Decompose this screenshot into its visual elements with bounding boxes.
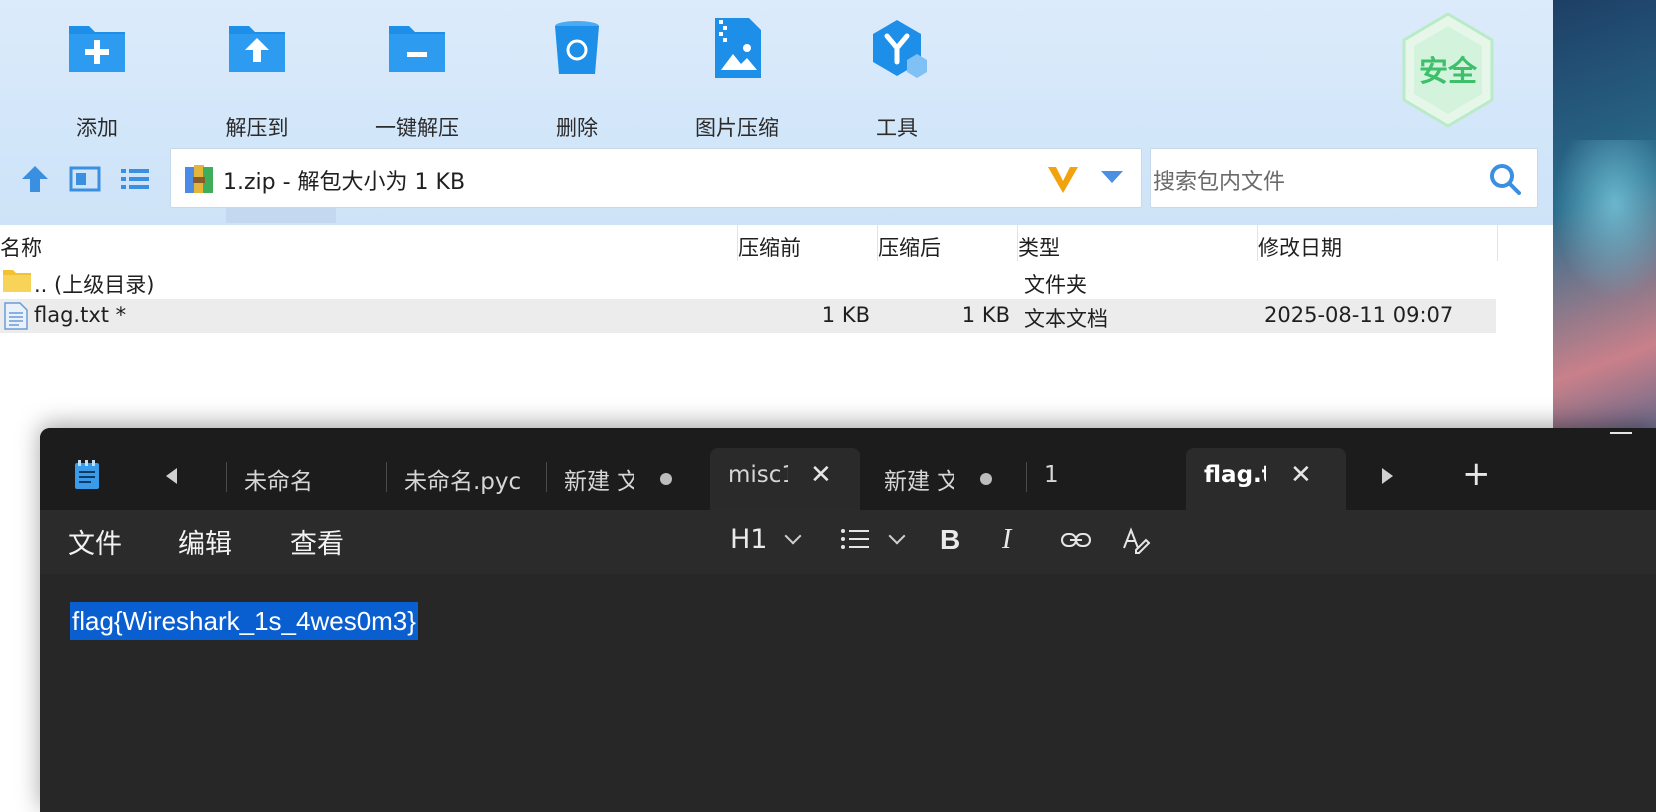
bold-icon[interactable]: B xyxy=(940,524,960,556)
clear-formatting-icon[interactable] xyxy=(1120,524,1152,560)
tab-label: 1 xyxy=(1044,462,1059,488)
tools-label: 工具 xyxy=(876,116,918,140)
column-name[interactable]: 名称 xyxy=(0,232,42,262)
notepad-window: 未命名 未命名.pyc 新建 文 misc1 ✕ 新建 文 1 flag.txt… xyxy=(40,428,1656,812)
row-type: 文本文档 xyxy=(1024,307,1108,331)
tab-new-1[interactable]: 新建 文 xyxy=(546,448,696,510)
tab-label: 新建 文 xyxy=(564,469,634,495)
up-level-icon[interactable] xyxy=(18,162,52,196)
text-file-icon xyxy=(4,302,28,335)
search-box[interactable]: 搜索包内文件 xyxy=(1150,148,1538,208)
tab-flag-txt[interactable]: flag.txt ✕ xyxy=(1186,448,1346,510)
unsaved-dot-icon xyxy=(980,473,992,485)
new-tab-icon[interactable]: + xyxy=(1462,454,1491,494)
row-name: flag.txt * xyxy=(34,303,127,327)
tab-untitled[interactable]: 未命名 xyxy=(226,448,376,510)
scroll-tabs-right-icon[interactable] xyxy=(1382,468,1393,484)
detail-view-icon[interactable] xyxy=(68,162,102,196)
add-button[interactable]: 添加 xyxy=(32,18,162,140)
address-bar[interactable]: 1.zip - 解包大小为 1 KB xyxy=(170,148,1142,208)
heading-value: H1 xyxy=(730,524,768,555)
extract-to-icon xyxy=(225,18,289,78)
tab-divider xyxy=(226,462,227,492)
extract-to-button[interactable]: 解压到 xyxy=(192,18,322,140)
tab-untitled-pyc[interactable]: 未命名.pyc xyxy=(386,448,536,510)
archive-path: 1.zip - 解包大小为 1 KB xyxy=(223,170,466,195)
security-badge[interactable]: 安全 xyxy=(1398,12,1498,128)
menu-edit[interactable]: 编辑 xyxy=(178,522,232,561)
table-row-flag[interactable]: flag.txt * 1 KB 1 KB 文本文档 2025-08-11 09:… xyxy=(0,299,1496,333)
column-modified[interactable]: 修改日期 xyxy=(1258,232,1342,262)
delete-button[interactable]: 删除 xyxy=(512,18,642,140)
bullet-list-icon xyxy=(841,529,869,549)
add-archive-icon xyxy=(65,18,129,78)
one-click-extract-icon xyxy=(385,18,449,78)
security-badge-label: 安全 xyxy=(1418,54,1477,88)
tab-new-2[interactable]: 新建 文 xyxy=(866,448,1016,510)
delete-icon xyxy=(545,18,609,78)
tab-divider xyxy=(1026,462,1027,492)
chevron-down-icon xyxy=(888,527,906,545)
column-divider[interactable] xyxy=(1497,225,1498,261)
tab-label: 新建 文 xyxy=(884,469,954,495)
italic-icon[interactable]: I xyxy=(1002,524,1011,556)
tools-button[interactable]: 工具 xyxy=(832,18,962,140)
tab-label: 未命名 xyxy=(244,469,313,495)
toolbar-ribbon: 添加 解压到 一键解压 删除 图片压缩 工具 安全 1.zip - 解包大小为 … xyxy=(0,0,1553,225)
link-icon[interactable] xyxy=(1060,528,1092,556)
tab-label: misc1 xyxy=(728,462,788,488)
delete-label: 删除 xyxy=(556,116,598,140)
tab-misc[interactable]: misc1 ✕ xyxy=(710,448,860,510)
row-modified: 2025-08-11 09:07 xyxy=(1264,303,1454,327)
heading-dropdown[interactable]: H1 xyxy=(730,524,802,555)
one-click-extract-label: 一键解压 xyxy=(375,116,459,140)
row-type: 文件夹 xyxy=(1024,273,1087,297)
tools-icon xyxy=(865,18,929,78)
tab-divider xyxy=(386,462,387,492)
column-header: 名称 压缩前 压缩后 类型 修改日期 xyxy=(0,225,1500,265)
v-logo-icon[interactable] xyxy=(1045,161,1081,197)
row-after: 1 KB xyxy=(961,303,1010,327)
image-compress-icon xyxy=(705,18,769,78)
scroll-tabs-left-icon[interactable] xyxy=(166,468,177,484)
column-type[interactable]: 类型 xyxy=(1018,232,1060,262)
address-dropdown-icon[interactable] xyxy=(1101,171,1123,183)
unsaved-dot-icon xyxy=(660,473,672,485)
extract-to-label: 解压到 xyxy=(225,116,289,140)
chevron-down-icon xyxy=(784,527,802,545)
tab-divider xyxy=(546,462,547,492)
tab-label: flag.txt xyxy=(1204,462,1266,488)
folder-icon xyxy=(2,267,32,298)
minimize-icon[interactable] xyxy=(1610,432,1632,434)
list-dropdown[interactable] xyxy=(840,526,906,558)
menu-file[interactable]: 文件 xyxy=(68,522,122,561)
one-click-extract-button[interactable]: 一键解压 xyxy=(352,18,482,140)
menu-view[interactable]: 查看 xyxy=(290,522,344,561)
column-before[interactable]: 压缩前 xyxy=(738,232,801,262)
close-tab-icon[interactable]: ✕ xyxy=(1290,460,1312,490)
menu-bar: 文件 编辑 查看 H1 B I xyxy=(40,510,1656,574)
search-icon[interactable] xyxy=(1487,161,1523,197)
row-name: .. (上级目录) xyxy=(34,273,155,297)
row-before: 1 KB xyxy=(821,303,870,327)
editor-content[interactable]: flag{Wireshark_1s_4wes0m3} xyxy=(70,602,418,640)
image-compress-button[interactable]: 图片压缩 xyxy=(672,18,802,140)
notepad-app-icon xyxy=(74,460,100,490)
add-label: 添加 xyxy=(76,116,118,140)
column-after[interactable]: 压缩后 xyxy=(878,232,941,262)
list-view-icon[interactable] xyxy=(118,162,152,196)
image-compress-label: 图片压缩 xyxy=(695,116,779,140)
search-placeholder: 搜索包内文件 xyxy=(1153,170,1286,195)
scroll-indicator xyxy=(226,207,336,223)
archive-manager-window: 添加 解压到 一键解压 删除 图片压缩 工具 安全 1.zip - 解包大小为 … xyxy=(0,0,1553,470)
close-tab-icon[interactable]: ✕ xyxy=(810,460,832,490)
tab-1[interactable]: 1 xyxy=(1026,448,1176,510)
tab-bar: 未命名 未命名.pyc 新建 文 misc1 ✕ 新建 文 1 flag.txt… xyxy=(40,428,1656,510)
zip-archive-icon xyxy=(183,163,215,195)
navigation-bar: 1.zip - 解包大小为 1 KB 搜索包内文件 xyxy=(0,148,1553,208)
text-editor[interactable]: flag{Wireshark_1s_4wes0m3} xyxy=(40,574,1656,812)
table-row-parent[interactable]: .. (上级目录) 文件夹 xyxy=(0,265,1496,299)
tab-label: 未命名.pyc xyxy=(404,469,522,495)
